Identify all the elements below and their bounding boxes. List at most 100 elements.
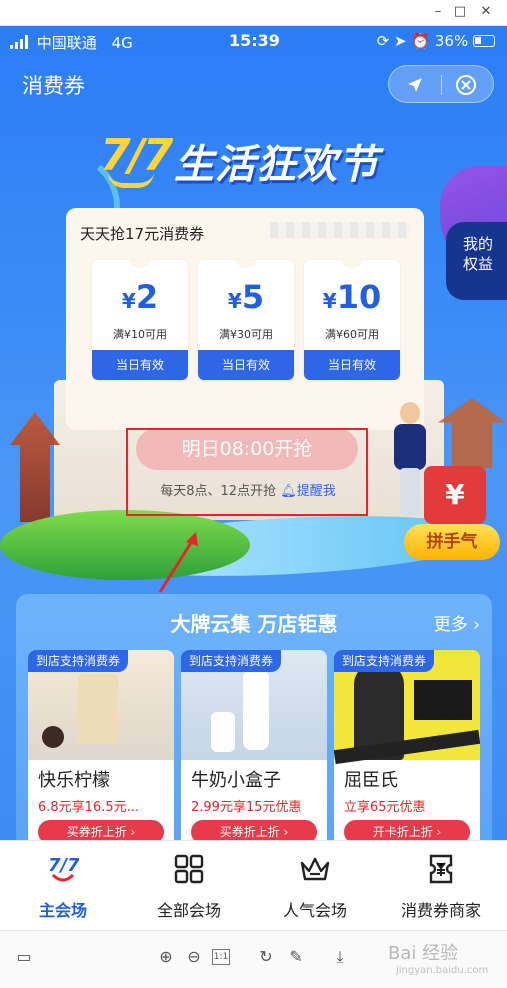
page-title: 消费券 (22, 74, 85, 98)
more-link[interactable]: 更多 › (434, 610, 480, 635)
blurred-text (270, 222, 410, 238)
currency-symbol: ¥ (322, 289, 337, 313)
coupon-card: 天天抢17元消费券 ¥2 满¥10可用 当日有效 ¥5 满¥30可用 当日有效 … (66, 208, 424, 430)
currency-symbol: ¥ (227, 289, 242, 313)
my-benefits-badge[interactable]: 我的 权益 (446, 222, 507, 300)
status-left: 中国联通 4G (10, 32, 133, 53)
shop-card[interactable]: 到店支持消费券 牛奶小盒子 2.99元享15元优惠 买券折上折 › (181, 650, 327, 840)
tab-popular-venue[interactable]: 人气会场 (252, 849, 378, 925)
tab-main-venue[interactable]: 7/7 主会场 (0, 849, 126, 925)
minimize-icon[interactable]: – (428, 3, 448, 21)
amount-value: 5 (241, 278, 265, 316)
maximize-icon[interactable]: □ (450, 3, 470, 21)
zoom-in-icon[interactable]: ⊕ (156, 947, 176, 967)
7-7-logo-icon: 7/7 (48, 855, 79, 882)
figure-legs (400, 468, 420, 516)
coupon-validity: 当日有效 (304, 350, 400, 380)
battery-icon (473, 35, 495, 47)
shop-buy-button[interactable]: 买券折上折 › (38, 820, 164, 840)
watermark-logo: Bai 经验 (388, 943, 459, 964)
tab-label: 消费券商家 (400, 901, 481, 920)
battery-percent: 36% (434, 32, 469, 50)
alarm-icon: ⏰ (411, 32, 431, 50)
close-circle-icon[interactable] (455, 74, 477, 96)
shop-price: 2.99元享15元优惠 (191, 800, 302, 815)
shop-tag: 到店支持消费券 (28, 650, 129, 672)
tab-coupon-merchants[interactable]: 消费券商家 (378, 849, 504, 925)
shop-card[interactable]: 到店支持消费券 屈臣氏 立享65元优惠 开卡折上折 › (334, 650, 480, 840)
rotation-lock-icon: ⟳ (376, 32, 390, 50)
ticket-icon (429, 854, 453, 884)
signal-icon (10, 35, 28, 49)
coupon-condition: 满¥60可用 (325, 328, 379, 341)
shop-card[interactable]: 到店支持消费券 快乐柠檬 6.8元享16.5元... 买券折上折 › (28, 650, 174, 840)
coupon-notch (130, 260, 150, 268)
edit-icon[interactable]: ✎ (286, 947, 306, 967)
navbar: 消费券 (0, 60, 507, 106)
watermark-url: jingyan.baidu.com (396, 965, 489, 976)
red-envelope-icon[interactable]: ¥ (424, 466, 486, 524)
festival-logo: 7/7 生活狂欢节 (100, 130, 400, 200)
rotate-icon[interactable]: ↻ (256, 947, 276, 967)
status-right: ⟳ ➤ ⏰ 36% (377, 32, 495, 50)
brand-promo-section: 大牌云集 万店钜惠 更多 › 到店支持消费券 快乐柠檬 6.8元享16.5元..… (16, 594, 492, 840)
figure-head (400, 402, 420, 424)
promo-title: 大牌云集 万店钜惠 (170, 612, 338, 636)
smile-mark (108, 172, 154, 188)
annotation-arrow-icon (158, 532, 198, 593)
shop-price: 6.8元享16.5元... (38, 800, 140, 815)
coupon-amount: ¥2 (92, 278, 188, 316)
grid-icon (174, 854, 204, 884)
amount-value: 2 (135, 278, 159, 316)
badge-line1: 我的 (462, 235, 493, 253)
status-bar: 中国联通 4G 15:39 ⟳ ➤ ⏰ 36% (0, 26, 507, 56)
shop-name: 屈臣氏 (344, 770, 398, 791)
actual-size-icon[interactable]: 1:1 (212, 949, 230, 965)
tab-label: 人气会场 (282, 901, 347, 920)
currency-symbol: ¥ (121, 289, 136, 313)
coupon-card-title: 天天抢17元消费券 (80, 225, 205, 243)
grass-island (0, 510, 250, 580)
tab-label: 全部会场 (156, 901, 221, 920)
shop-buy-button[interactable]: 开卡折上折 › (344, 820, 470, 840)
zoom-out-icon[interactable]: ⊖ (184, 947, 204, 967)
close-window-icon[interactable]: ✕ (476, 3, 496, 21)
chevron-right-icon: › (473, 615, 480, 635)
navigation-arrow-icon[interactable] (406, 76, 424, 94)
window-titlebar: – □ ✕ (0, 0, 507, 26)
phone-screen: 中国联通 4G 15:39 ⟳ ➤ ⏰ 36% 消费券 7/7 生活狂欢节 我的… (0, 26, 507, 840)
shop-tag: 到店支持消费券 (181, 650, 282, 672)
coupon-condition: 满¥30可用 (219, 328, 273, 341)
coupon-validity: 当日有效 (198, 350, 294, 380)
brand-text: 生活狂欢节 (174, 142, 379, 188)
figure-body (394, 424, 426, 470)
shop-tag: 到店支持消费券 (334, 650, 435, 672)
shop-price: 立享65元优惠 (344, 800, 426, 815)
coupon-amount: ¥10 (304, 278, 400, 316)
svg-text:7/7: 7/7 (48, 855, 79, 876)
capsule-divider (441, 75, 442, 95)
bottom-tabbar: 7/7 主会场 全部会场 人气会场 消费券商家 (0, 840, 507, 930)
coupon-item[interactable]: ¥5 满¥30可用 当日有效 (198, 260, 294, 380)
carrier-text: 中国联通 (36, 34, 97, 52)
download-icon[interactable]: ⤓ (330, 947, 350, 967)
coupon-amount: ¥5 (198, 278, 294, 316)
location-status-icon: ➤ (394, 32, 407, 50)
status-time: 15:39 (229, 31, 280, 50)
tab-label: 主会场 (38, 901, 87, 920)
coupon-notch (236, 260, 256, 268)
highlight-box (126, 428, 368, 516)
shop-name: 快乐柠檬 (38, 770, 110, 791)
crown-icon (300, 857, 330, 881)
coupon-item[interactable]: ¥2 满¥10可用 当日有效 (92, 260, 188, 380)
amount-value: 10 (336, 278, 382, 316)
shop-buy-button[interactable]: 买券折上折 › (191, 820, 317, 840)
thumbnail-icon[interactable]: ▭ (14, 947, 34, 967)
viewer-toolbar: ▭ ⊕ ⊖ 1:1 ↻ ✎ ⤓ Bai 经验 jingyan.baidu.com (0, 930, 507, 988)
coupon-notch (342, 260, 362, 268)
tab-all-venues[interactable]: 全部会场 (126, 849, 252, 925)
lucky-draw-button[interactable]: 拼手气 (404, 524, 500, 560)
more-label: 更多 (433, 615, 468, 635)
network-type: 4G (111, 34, 133, 52)
coupon-item[interactable]: ¥10 满¥60可用 当日有效 (304, 260, 400, 380)
